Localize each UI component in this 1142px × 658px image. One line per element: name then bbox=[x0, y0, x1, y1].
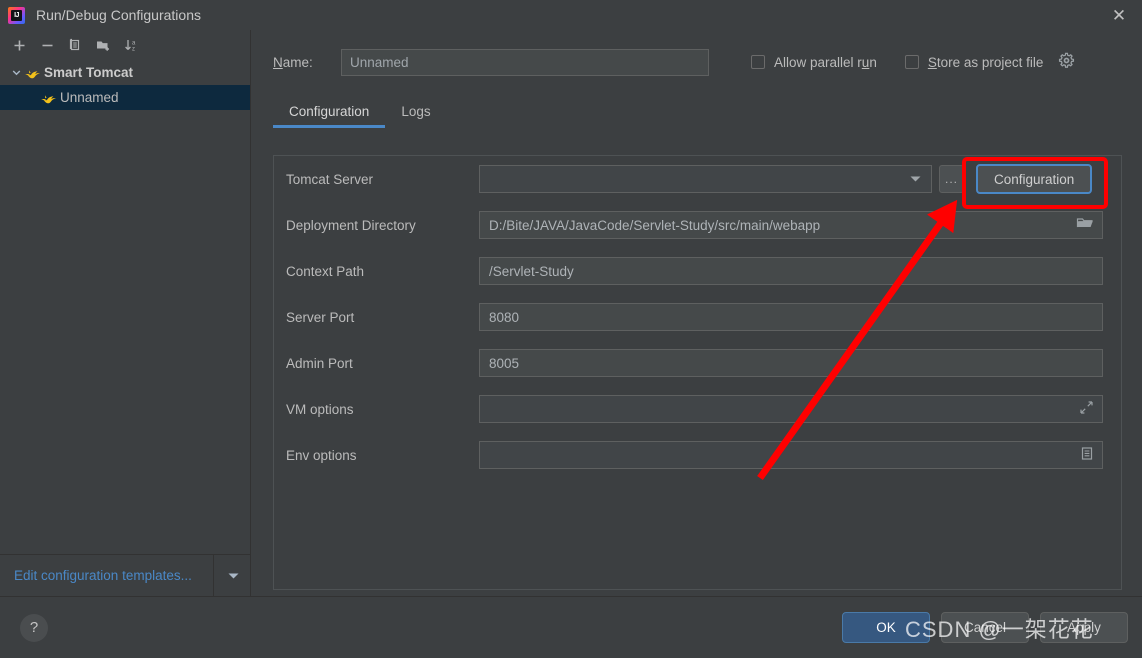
deployment-directory-label: Deployment Directory bbox=[286, 217, 416, 233]
footer-divider bbox=[213, 555, 214, 596]
tomcat-icon bbox=[40, 91, 57, 105]
configurations-sidebar: a z Smart Tomcat Unnamed Edit configurat… bbox=[0, 30, 251, 596]
tomcat-server-label: Tomcat Server bbox=[286, 171, 374, 187]
env-options-field[interactable] bbox=[479, 441, 1103, 469]
deployment-directory-value: D:/Bite/JAVA/JavaCode/Servlet-Study/src/… bbox=[489, 217, 821, 233]
context-path-field[interactable]: /Servlet-Study bbox=[479, 257, 1103, 285]
checkbox-box[interactable] bbox=[751, 55, 765, 69]
chevron-down-icon[interactable] bbox=[909, 172, 922, 187]
deployment-directory-field[interactable]: D:/Bite/JAVA/JavaCode/Servlet-Study/src/… bbox=[479, 211, 1103, 239]
remove-configuration-button[interactable] bbox=[34, 33, 60, 57]
sidebar-toolbar: a z bbox=[0, 30, 250, 60]
ok-button[interactable]: OK bbox=[842, 612, 930, 643]
folder-icon[interactable] bbox=[1076, 216, 1094, 234]
form-row-server-port: Server Port 8080 bbox=[274, 294, 1121, 340]
dialog-footer: ? OK Cancel Apply bbox=[0, 596, 1142, 658]
name-label-rest: ame: bbox=[282, 54, 313, 70]
name-label: Name: bbox=[273, 55, 341, 70]
store-as-project-file-checkbox[interactable]: Store as project file bbox=[904, 52, 1076, 72]
tab-logs[interactable]: Logs bbox=[385, 94, 446, 128]
name-label-mnemonic: N bbox=[273, 54, 283, 70]
sort-configurations-button[interactable]: a z bbox=[118, 33, 144, 57]
list-document-icon[interactable] bbox=[1080, 446, 1094, 464]
form-row-env-options: Env options bbox=[274, 432, 1121, 478]
browse-tomcat-server-button[interactable]: ... bbox=[939, 165, 964, 193]
apply-button[interactable]: Apply bbox=[1040, 612, 1128, 643]
sidebar-footer: Edit configuration templates... bbox=[0, 554, 250, 596]
svg-text:z: z bbox=[132, 47, 135, 53]
vm-options-label: VM options bbox=[286, 401, 354, 417]
close-icon[interactable]: ✕ bbox=[1096, 0, 1142, 30]
env-options-label: Env options bbox=[286, 447, 357, 463]
vm-options-field[interactable] bbox=[479, 395, 1103, 423]
form-row-admin-port: Admin Port 8005 bbox=[274, 340, 1121, 386]
run-options: Allow parallel run Store as project file bbox=[751, 52, 1075, 72]
title-bar: IJ Run/Debug Configurations ✕ bbox=[0, 0, 1142, 30]
allow-parallel-run-checkbox[interactable]: Allow parallel run bbox=[751, 55, 877, 70]
tab-configuration[interactable]: Configuration bbox=[273, 94, 386, 128]
intellij-idea-icon: IJ bbox=[8, 6, 25, 24]
server-port-value: 8080 bbox=[489, 309, 520, 325]
configurations-tree[interactable]: Smart Tomcat Unnamed bbox=[0, 60, 250, 554]
checkbox-box[interactable] bbox=[904, 55, 919, 69]
allow-parallel-run-label: Allow parallel run bbox=[774, 54, 877, 70]
copy-configuration-button[interactable] bbox=[62, 33, 88, 57]
edit-configuration-templates-link[interactable]: Edit configuration templates... bbox=[0, 568, 192, 583]
run-debug-configurations-dialog: IJ Run/Debug Configurations ✕ a z Smart … bbox=[0, 0, 1142, 658]
admin-port-label: Admin Port bbox=[286, 355, 353, 371]
store-as-project-file-label: Store as project file bbox=[927, 54, 1044, 70]
intellij-logo-text: IJ bbox=[14, 11, 19, 19]
configuration-button[interactable]: Configuration bbox=[976, 164, 1093, 194]
help-button[interactable]: ? bbox=[20, 613, 48, 642]
name-input[interactable] bbox=[341, 48, 709, 76]
chevron-down-icon[interactable] bbox=[227, 568, 240, 583]
admin-port-value: 8005 bbox=[489, 355, 520, 371]
expand-icon[interactable] bbox=[1079, 400, 1094, 418]
server-port-label: Server Port bbox=[286, 309, 355, 325]
window-title: Run/Debug Configurations bbox=[36, 7, 201, 23]
tree-item-smart-tomcat[interactable]: Smart Tomcat bbox=[0, 60, 250, 85]
new-folder-button[interactable] bbox=[90, 33, 116, 57]
cancel-button[interactable]: Cancel bbox=[941, 612, 1029, 643]
add-configuration-button[interactable] bbox=[6, 33, 32, 57]
configuration-form: Tomcat Server ... Configuration Deployme… bbox=[273, 156, 1122, 590]
form-row-tomcat-server: Tomcat Server ... Configuration bbox=[274, 156, 1121, 202]
form-row-deployment-directory: Deployment Directory D:/Bite/JAVA/JavaCo… bbox=[274, 202, 1121, 248]
admin-port-field[interactable]: 8005 bbox=[479, 349, 1103, 377]
context-path-value: /Servlet-Study bbox=[489, 263, 574, 279]
form-row-vm-options: VM options bbox=[274, 386, 1121, 432]
context-path-label: Context Path bbox=[286, 263, 365, 279]
gear-icon[interactable] bbox=[1058, 52, 1075, 72]
tree-item-label: Smart Tomcat bbox=[44, 65, 134, 80]
tree-item-unnamed[interactable]: Unnamed bbox=[0, 85, 250, 110]
tree-item-label: Unnamed bbox=[60, 90, 119, 105]
dialog-buttons: OK Cancel Apply bbox=[842, 612, 1142, 643]
tomcat-icon bbox=[24, 66, 41, 80]
chevron-down-icon[interactable] bbox=[8, 67, 24, 78]
editor-tabs: Configuration Logs bbox=[273, 94, 1142, 128]
server-port-field[interactable]: 8080 bbox=[479, 303, 1103, 331]
name-row: Name: Allow parallel run Store as projec… bbox=[251, 42, 1142, 82]
form-row-context-path: Context Path /Servlet-Study bbox=[274, 248, 1121, 294]
tomcat-server-combo[interactable] bbox=[479, 165, 932, 193]
